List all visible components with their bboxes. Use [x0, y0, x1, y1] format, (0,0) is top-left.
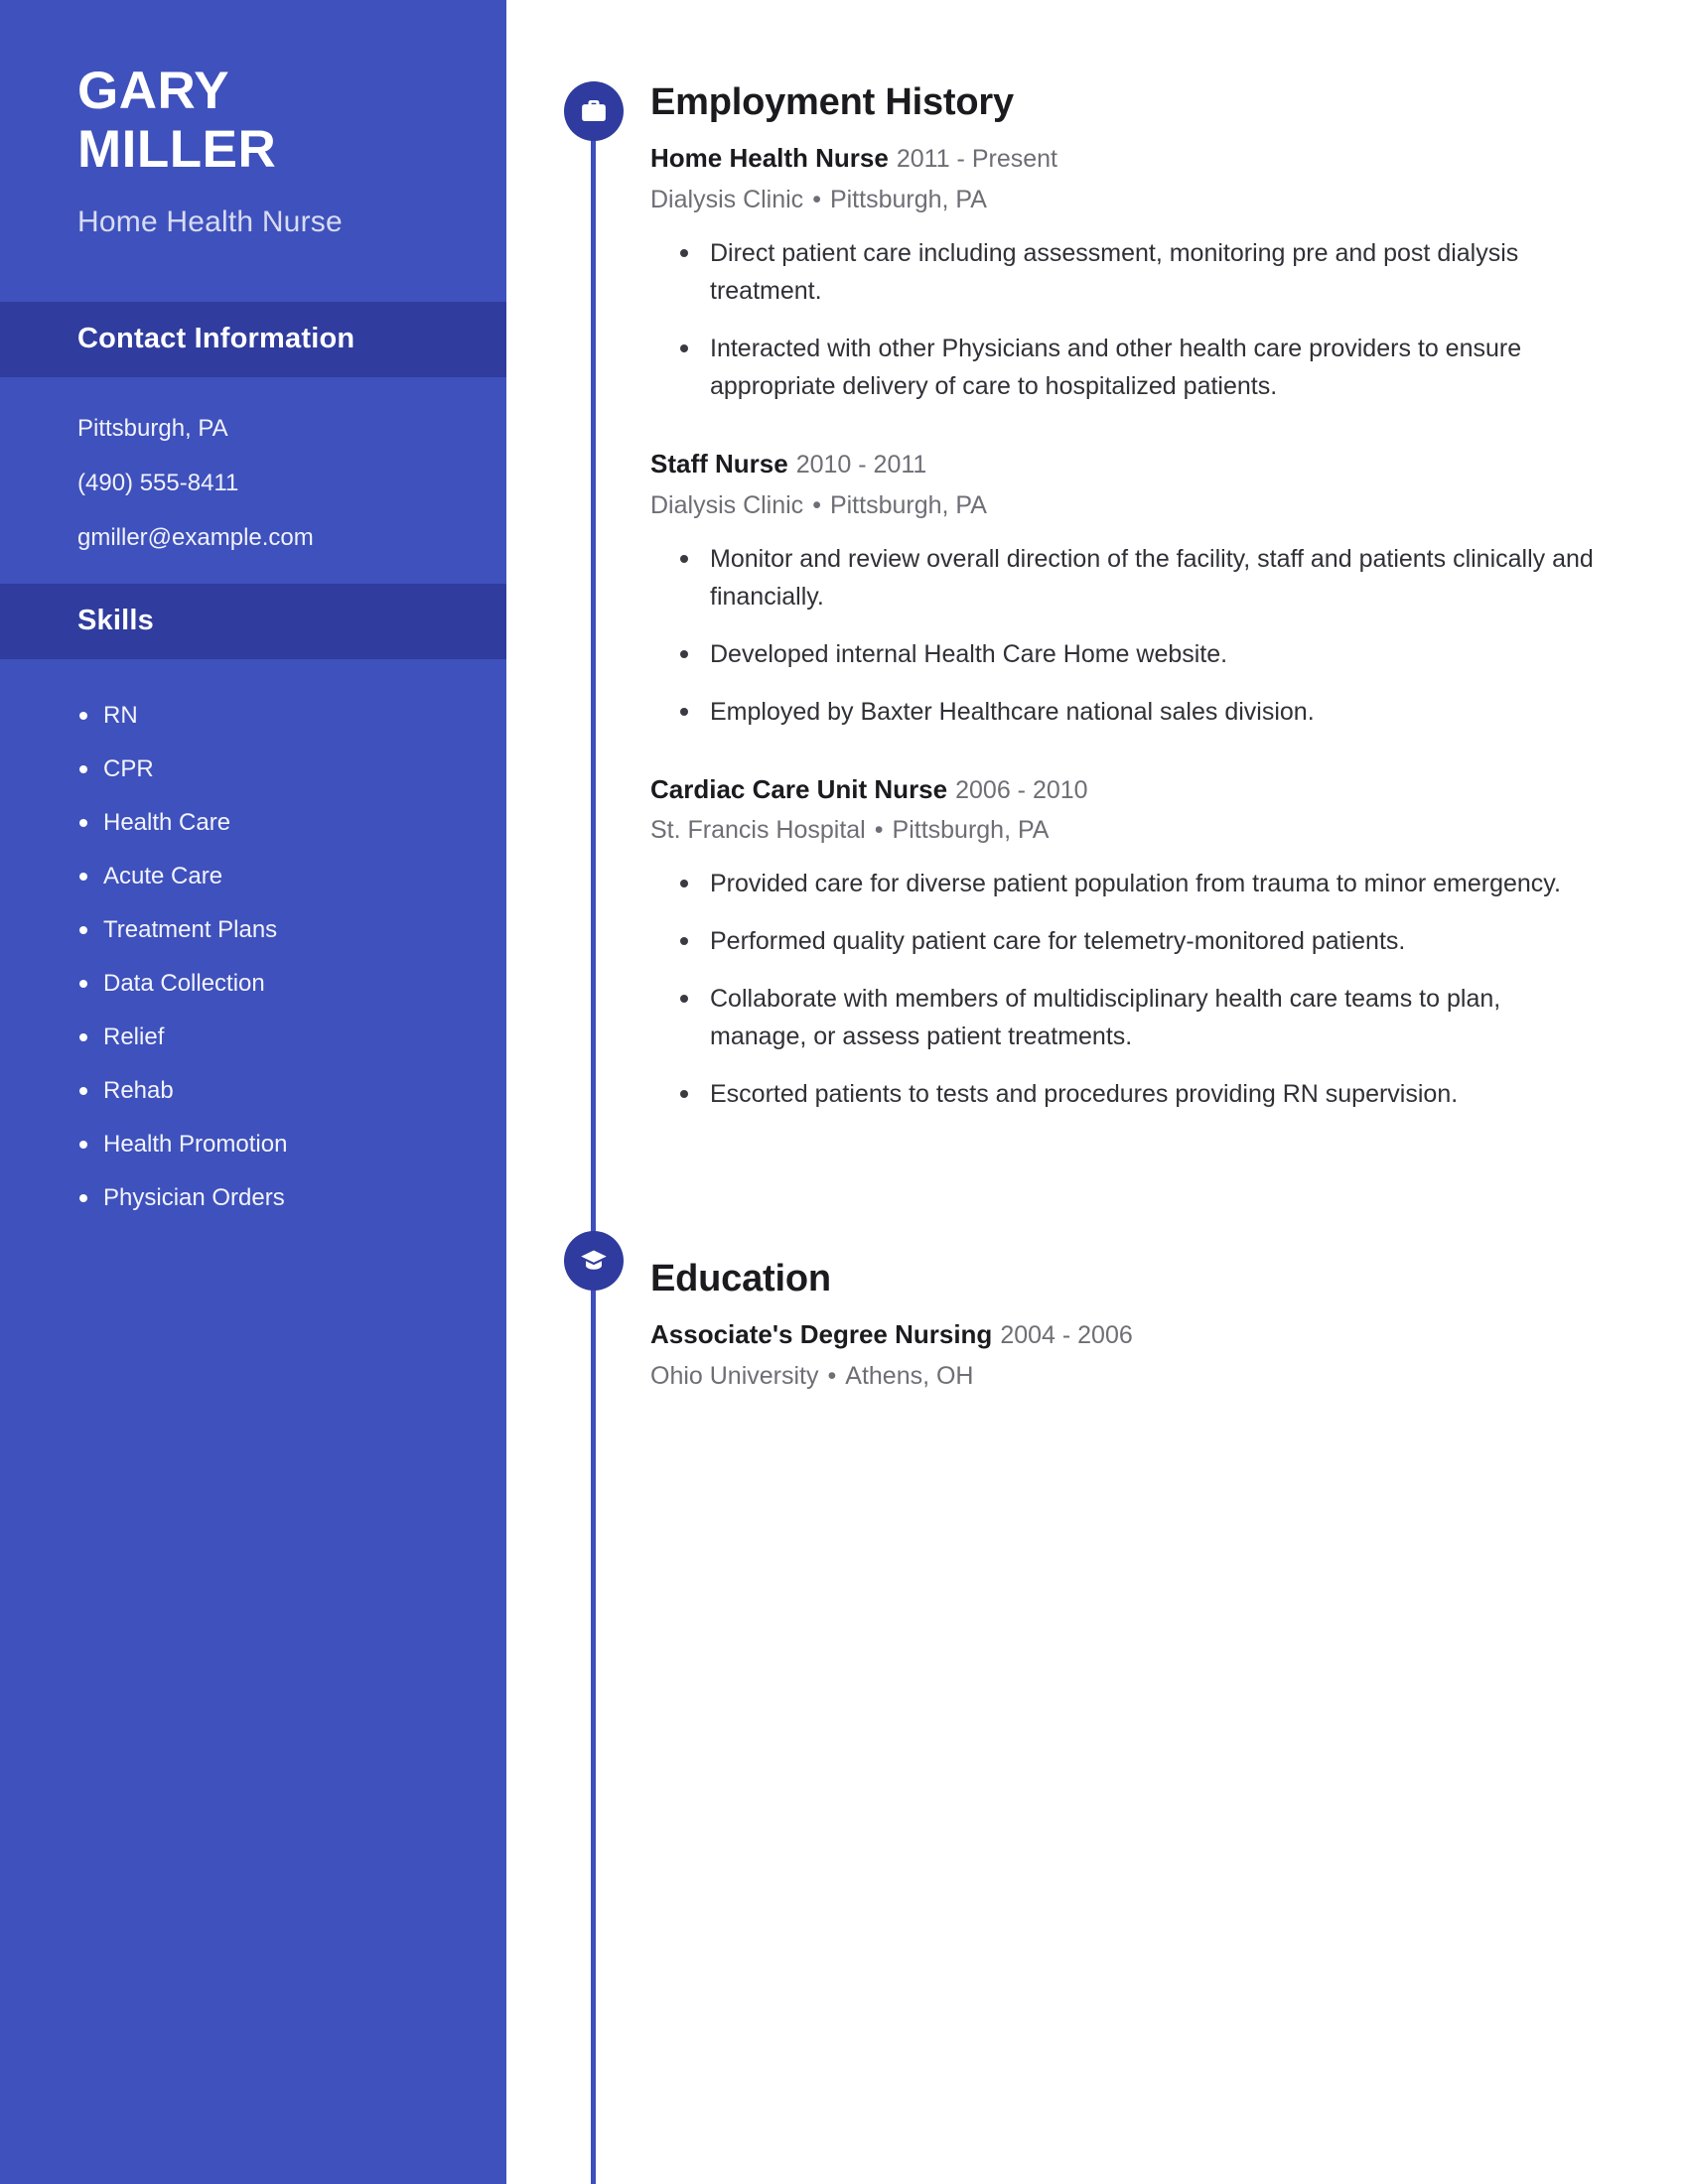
contact-information-header: Contact Information [0, 301, 506, 377]
employment-entry-headline: Staff Nurse 2010 - 2011 [650, 447, 1604, 482]
employment-entry: Staff Nurse 2010 - 2011 Dialysis Clinic • P… [650, 447, 1604, 731]
employment-history-section: Employment History Home Health Nurse 2011… [650, 0, 1604, 1113]
main-content: Employment History Home Health Nurse 2011… [650, 0, 1604, 1391]
employment-bullet: Employed by Baxter Healthcare national s… [680, 693, 1604, 731]
job-title: Home Health Nurse [77, 205, 343, 238]
employment-entry: Home Health Nurse 2011 - Present Dialysis… [650, 141, 1604, 405]
skill-item: Treatment Plans [79, 915, 506, 945]
employment-entry-headline: Cardiac Care Unit Nurse 2006 - 2010 [650, 772, 1604, 808]
employment-company: Dialysis Clinic [650, 185, 804, 213]
education-entry-headline: Associate's Degree Nursing 2004 - 2006 [650, 1317, 1604, 1353]
contact-list: Pittsburgh, PA (490) 555-8411 gmiller@ex… [0, 377, 506, 550]
employment-bullet: Interacted with other Physicians and oth… [680, 330, 1604, 405]
employment-bullets: Monitor and review overall direction of … [650, 540, 1604, 731]
last-name: MILLER [77, 120, 277, 180]
meta-separator: • [812, 185, 821, 213]
employment-location: Pittsburgh, PA [892, 816, 1050, 845]
employment-location: Pittsburgh, PA [829, 185, 987, 213]
employment-entry-headline: Home Health Nurse 2011 - Present [650, 141, 1604, 177]
education-meta: Ohio University • Athens, OH [650, 1362, 1604, 1391]
employment-role: Cardiac Care Unit Nurse [650, 773, 948, 804]
sidebar: GARY MILLER Home Health Nurse Contact In… [0, 0, 506, 2184]
skill-item: Rehab [79, 1076, 506, 1106]
employment-meta: Dialysis Clinic • Pittsburgh, PA [650, 186, 1604, 214]
skill-item: Health Promotion [79, 1130, 506, 1160]
employment-bullet: Escorted patients to tests and procedure… [680, 1075, 1604, 1113]
education-section: Education Associate's Degree Nursing 2004… [650, 1133, 1604, 1391]
meta-separator: • [827, 1362, 837, 1390]
skills-header: Skills [0, 583, 506, 659]
employment-bullets: Direct patient care including assessment… [650, 234, 1604, 405]
meta-separator: • [874, 816, 884, 845]
contact-item-email[interactable]: gmiller@example.com [77, 525, 506, 550]
employment-bullet: Provided care for diverse patient popula… [680, 865, 1604, 902]
skill-item: Acute Care [79, 862, 506, 891]
skill-item: RN [79, 701, 506, 731]
contact-item-phone[interactable]: (490) 555-8411 [77, 471, 506, 495]
skill-item: CPR [79, 754, 506, 784]
employment-dates: 2010 - 2011 [795, 450, 927, 478]
education-title: Education [650, 1258, 831, 1300]
resume-page: GARY MILLER Home Health Nurse Contact In… [0, 0, 1688, 2184]
employment-dates: 2006 - 2010 [955, 775, 1088, 804]
employment-company: St. Francis Hospital [650, 816, 866, 845]
education-dates: 2004 - 2006 [1000, 1321, 1133, 1350]
timeline-line [591, 109, 596, 2184]
skills-list: RN CPR Health Care Acute Care Treatment … [0, 659, 506, 1213]
employment-role: Staff Nurse [650, 448, 788, 478]
employment-meta: Dialysis Clinic • Pittsburgh, PA [650, 491, 1604, 520]
skills-header-label: Skills [77, 605, 154, 637]
employment-role: Home Health Nurse [650, 143, 889, 173]
skill-item: Relief [79, 1023, 506, 1052]
contact-item-location: Pittsburgh, PA [77, 414, 228, 442]
education-location: Athens, OH [845, 1362, 974, 1390]
employment-company: Dialysis Clinic [650, 490, 804, 519]
education-entry: Associate's Degree Nursing 2004 - 2006 Oh… [650, 1317, 1604, 1391]
skill-item: Physician Orders [79, 1183, 506, 1213]
contact-information-header-label: Contact Information [77, 323, 355, 355]
meta-separator: • [812, 490, 821, 519]
briefcase-icon [564, 81, 624, 141]
employment-bullet: Developed internal Health Care Home webs… [680, 635, 1604, 673]
employment-bullet: Performed quality patient care for telem… [680, 922, 1604, 960]
employment-bullet: Monitor and review overall direction of … [680, 540, 1604, 615]
employment-bullet: Collaborate with members of multidiscipl… [680, 980, 1604, 1055]
graduation-cap-icon [564, 1231, 624, 1291]
education-degree: Associate's Degree Nursing [650, 1319, 993, 1350]
employment-bullets: Provided care for diverse patient popula… [650, 865, 1604, 1113]
first-name: GARY [77, 62, 230, 120]
education-institution: Ohio University [650, 1362, 819, 1390]
employment-dates: 2011 - Present [896, 145, 1057, 173]
name-block: GARY MILLER Home Health Nurse [0, 0, 506, 239]
employment-history-title: Employment History [650, 81, 1014, 123]
skill-item: Health Care [79, 808, 506, 838]
employment-bullet: Direct patient care including assessment… [680, 234, 1604, 310]
employment-location: Pittsburgh, PA [829, 490, 987, 519]
employment-entry: Cardiac Care Unit Nurse 2006 - 2010 St. F… [650, 772, 1604, 1114]
skill-item: Data Collection [79, 969, 506, 999]
employment-meta: St. Francis Hospital • Pittsburgh, PA [650, 816, 1604, 845]
